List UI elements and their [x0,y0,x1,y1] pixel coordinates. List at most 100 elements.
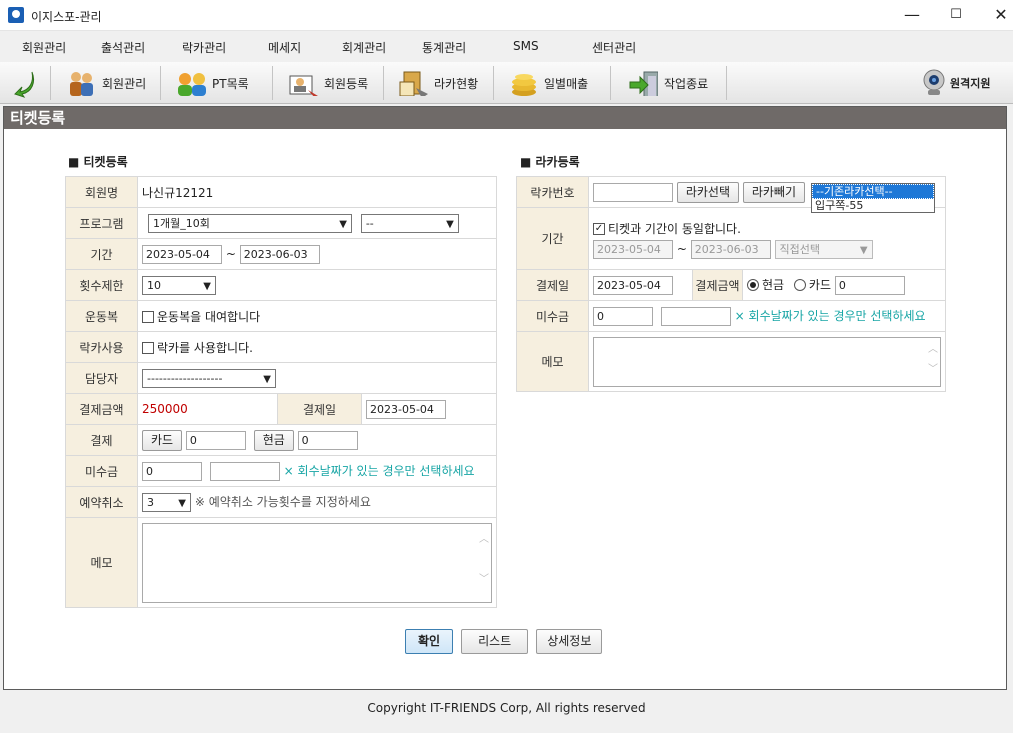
dropdown-option-selected[interactable]: --기존라카선택-- [812,184,934,199]
dropdown-option[interactable]: 입구쪽-55 [812,199,934,212]
count-limit-select[interactable]: 10 ▼ [142,275,216,295]
toolbar-pt-list-button[interactable]: PT목록 [176,67,249,99]
sportswear-text: 운동복을 대여합니다 [157,309,261,324]
toolbar-locker-status-label: 라카현황 [434,76,479,91]
toolbar: 회원관리 PT목록 회원등록 라카현황 일별매출 작업종료 원격지원 [0,62,1013,104]
locker-unpaid-amount-input[interactable]: 0 [593,306,653,326]
sportswear-label: 운동복 [65,300,138,332]
footer-copyright: Copyright IT-FRIENDS Corp, All rights re… [367,701,646,715]
locker-remove-button[interactable]: 라카빼기 [742,181,805,203]
chevron-down-icon: ▼ [446,218,454,230]
paydate-input[interactable]: 2023-05-04 [366,399,446,419]
locker-end-date-input[interactable]: 2023-06-03 [690,239,771,259]
chevron-down-icon: ▼ [203,280,211,292]
card-button[interactable]: 카드 [142,429,183,451]
locker-amount-input[interactable]: 0 [834,275,905,295]
detail-button[interactable]: 상세정보 [536,629,603,654]
toolbar-locker-status-button[interactable]: 라카현황 [398,67,478,99]
scrollbar[interactable]: ︿ ﹀ [479,530,489,590]
ticket-register-panel: 티켓등록 티켓등록 회원명 나신규12121 프로그램 1개월_10회 ▼ -- ▼… [3,106,1007,690]
toolbar-member-register-button[interactable]: 회원등록 [288,67,368,99]
remote-support-label: 원격지원 [950,77,991,90]
locker-unpaid-label: 미수금 [516,300,589,332]
menu-sms[interactable]: SMS [513,39,539,53]
toolbar-daily-sales-label: 일별매출 [544,76,589,91]
start-date-input[interactable]: 2023-05-04 [142,244,222,264]
members-icon [70,72,93,96]
memo-label: 메모 [65,517,138,608]
unpaid-label: 미수금 [65,455,138,487]
unpaid-amount-input[interactable]: 0 [142,461,202,481]
program-sub-select[interactable]: -- ▼ [360,213,459,233]
member-name-label: 회원명 [65,176,138,208]
chevron-down-icon: ▼ [339,218,347,230]
menu-center[interactable]: 센터관리 [592,39,636,56]
sportswear-checkbox[interactable] [142,311,154,323]
toolbar-members-button[interactable]: 회원관리 [66,67,146,99]
member-register-icon [289,75,318,96]
window-title: 이지스포-관리 [31,10,102,24]
amount-label: 결제금액 [65,393,138,425]
program-select-value: 1개월_10회 [153,216,210,230]
menu-message[interactable]: 메세지 [268,39,301,56]
locker-memo-label: 메모 [516,331,589,392]
menu-locker[interactable]: 락카관리 [182,39,226,56]
title-bar: 이지스포-관리 — ☐ ✕ [0,0,1013,31]
toolbar-exit-label: 작업종료 [664,76,709,91]
locker-paydate-label: 결제일 [516,269,589,301]
locker-paydate-input[interactable]: 2023-05-04 [593,275,673,295]
locker-same-period-checkbox[interactable]: ✓ [593,223,605,235]
menu-accounting[interactable]: 회계관리 [342,39,386,56]
staff-select[interactable]: ------------------- ▼ [142,368,276,388]
count-limit-label: 횟수제한 [65,269,138,301]
reservation-cancel-label: 예약취소 [65,486,138,518]
chevron-down-icon: ▼ [263,373,271,385]
locker-direct-select[interactable]: 직접선택 ▼ [774,239,873,259]
cash-radio[interactable] [747,279,759,291]
locker-amount-label: 결제금액 [692,269,743,301]
locker-unpaid-x: × [734,308,745,323]
cash-amount-input[interactable]: 0 [297,430,358,450]
end-date-input[interactable]: 2023-06-03 [239,244,320,264]
unpaid-date-input[interactable] [209,461,280,481]
locker-section-title: 라카등록 [520,153,580,170]
cash-radio-label: 현금 [762,277,785,292]
menu-member[interactable]: 회원관리 [22,39,66,56]
locker-use-checkbox[interactable] [142,342,154,354]
menu-statistics[interactable]: 통계관리 [422,39,466,56]
member-name-value: 나신규12121 [137,176,497,208]
reservation-cancel-select[interactable]: 3 ▼ [142,492,191,512]
locker-memo-textarea[interactable]: ︿ ﹀ [593,336,941,387]
existing-locker-dropdown[interactable]: --기존라카선택-- 입구쪽-55 [811,183,935,213]
locker-select-button[interactable]: 라카선택 [676,181,739,203]
locker-unpaid-date-input[interactable] [660,306,731,326]
ticket-section-title: 티켓등록 [68,153,128,170]
toolbar-member-register-label: 회원등록 [324,76,369,91]
card-amount-input[interactable]: 0 [185,430,246,450]
scrollbar[interactable]: ︿ ﹀ [928,340,938,380]
period-tilde: ~ [225,246,236,261]
menu-attendance[interactable]: 출석관리 [101,39,145,56]
minimize-button[interactable]: — [898,4,926,26]
locker-no-input[interactable] [593,182,673,202]
remote-support-button[interactable]: 원격지원 [920,67,990,99]
memo-textarea[interactable]: ︿ ﹀ [142,522,492,603]
toolbar-daily-sales-button[interactable]: 일별매출 [508,67,588,99]
count-limit-value: 10 [147,278,161,292]
toolbar-exit-button[interactable]: 작업종료 [628,67,708,99]
staff-select-value: ------------------- [147,371,223,385]
amount-value: 250000 [137,393,278,425]
list-button[interactable]: 리스트 [461,629,529,654]
chevron-down-icon: ▼ [178,497,186,509]
back-button[interactable] [12,67,38,99]
cash-button[interactable]: 현금 [253,429,294,451]
card-radio[interactable] [793,279,806,291]
confirm-button[interactable]: 확인 [405,629,454,654]
program-select[interactable]: 1개월_10회 ▼ [148,213,352,233]
app-icon [8,7,24,23]
exit-icon [629,71,658,96]
period-label: 기간 [65,238,138,270]
close-button[interactable]: ✕ [987,4,1013,26]
maximize-button[interactable]: ☐ [942,4,970,26]
locker-start-date-input[interactable]: 2023-05-04 [593,239,673,259]
